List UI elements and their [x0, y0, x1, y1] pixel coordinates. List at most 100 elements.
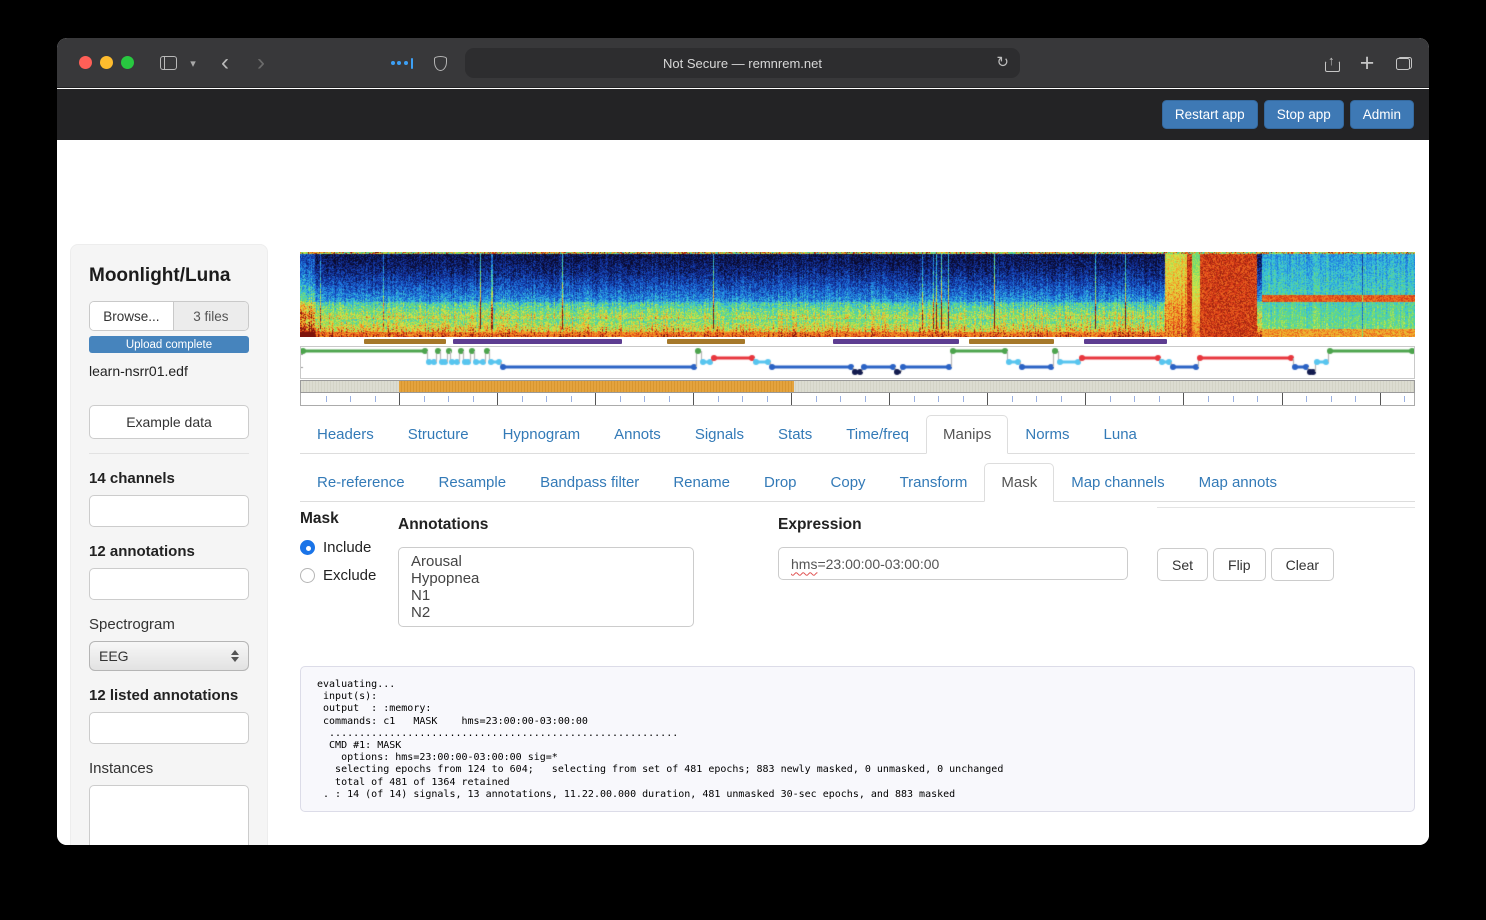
reload-icon[interactable]: ↻ — [996, 53, 1009, 71]
ruler-minor-tick — [668, 396, 670, 402]
channels-count-label: 14 channels — [89, 470, 175, 487]
ruler-minor-tick — [962, 396, 964, 402]
console-line: commands: c1 MASK hms=23:00:00-03:00:00 — [317, 715, 588, 727]
console-line: evaluating... — [317, 679, 396, 690]
ruler-minor-tick — [1208, 396, 1209, 402]
subtab-re-reference[interactable]: Re-reference — [300, 463, 422, 502]
ruler-major-tick — [889, 393, 891, 405]
ruler-minor-tick — [644, 396, 646, 402]
subtab-copy[interactable]: Copy — [814, 463, 883, 502]
annotations-heading: Annotations — [398, 516, 489, 533]
clear-button[interactable]: Clear — [1270, 548, 1335, 581]
mask-band-track[interactable] — [300, 380, 1415, 393]
traffic-lights — [79, 56, 134, 69]
ruler-minor-tick — [423, 396, 425, 402]
channels-input[interactable] — [89, 495, 249, 527]
listed-annotations-label: 12 listed annotations — [89, 687, 239, 704]
sidebar-icon — [159, 56, 177, 70]
instances-listbox[interactable] — [89, 785, 249, 845]
annotations-listbox[interactable]: Arousal Hypopnea N1 N2 — [398, 547, 694, 627]
include-radio[interactable] — [300, 540, 315, 555]
restart-app-button[interactable]: Restart app — [1161, 100, 1258, 129]
select-stepper-icon — [231, 650, 239, 662]
expression-input[interactable]: hms=23:00:00-03:00:00 — [778, 547, 1128, 580]
stop-app-button[interactable]: Stop app — [1263, 100, 1344, 129]
subtab-mask[interactable]: Mask — [984, 463, 1055, 502]
ruler-minor-tick — [521, 396, 523, 402]
time-ruler[interactable] — [300, 393, 1415, 406]
annotation-option[interactable]: N2 — [399, 604, 693, 621]
ruler-minor-tick — [815, 396, 817, 402]
tab-structure[interactable]: Structure — [391, 415, 486, 454]
subtab-transform[interactable]: Transform — [883, 463, 985, 502]
console-line: ........................................… — [317, 727, 679, 739]
new-tab-button[interactable]: + — [1354, 38, 1380, 88]
page-content: Moonlight/Luna Browse... 3 files Upload … — [57, 140, 1429, 845]
ruler-major-tick — [987, 393, 989, 405]
ruler-minor-tick — [619, 396, 621, 402]
address-bar-text: Not Secure — remnrem.net — [663, 55, 822, 71]
close-window-button[interactable] — [79, 56, 92, 69]
tab-headers[interactable]: Headers — [300, 415, 391, 454]
spectrogram-channel-value: EEG — [99, 648, 129, 664]
tab-overview-button[interactable] — [1391, 38, 1417, 88]
tab-manips[interactable]: Manips — [926, 415, 1009, 454]
sidebar-toggle-button[interactable] — [155, 38, 181, 88]
spectrogram-canvas — [300, 252, 1415, 337]
share-button[interactable]: ↑ — [1319, 38, 1345, 88]
ruler-minor-tick — [1036, 396, 1038, 402]
set-button[interactable]: Set — [1157, 548, 1209, 581]
address-bar[interactable]: Not Secure — remnrem.net ↻ — [465, 48, 1020, 78]
subtab-drop[interactable]: Drop — [747, 463, 814, 502]
files-count-label: 3 files — [173, 302, 248, 330]
mask-action-buttons: Set Flip Clear — [1157, 548, 1415, 581]
minimize-window-button[interactable] — [100, 56, 113, 69]
console-line: CMD #1: MASK — [317, 740, 402, 752]
tab-luna[interactable]: Luna — [1087, 415, 1154, 454]
ruler-major-tick — [595, 393, 597, 405]
subtab-bandpass-filter[interactable]: Bandpass filter — [523, 463, 656, 502]
ruler-minor-tick — [374, 396, 376, 402]
tab-time-freq[interactable]: Time/freq — [829, 415, 926, 454]
console-line: . : 14 (of 14) signals, 13 annotations, … — [317, 788, 956, 800]
tab-group-icon[interactable] — [387, 38, 417, 88]
subtab-resample[interactable]: Resample — [422, 463, 524, 502]
ruler-minor-tick — [1109, 396, 1111, 402]
subtab-map-channels[interactable]: Map channels — [1054, 463, 1181, 502]
chevron-down-icon[interactable]: ▾ — [185, 38, 201, 88]
annotation-bar — [363, 339, 447, 344]
admin-button[interactable]: Admin — [1349, 100, 1414, 129]
back-button[interactable]: ‹ — [212, 38, 238, 88]
zoom-window-button[interactable] — [121, 56, 134, 69]
example-data-button[interactable]: Example data — [89, 405, 249, 439]
subtab-rename[interactable]: Rename — [656, 463, 747, 502]
ruler-major-tick — [693, 393, 695, 405]
tab-annots[interactable]: Annots — [597, 415, 678, 454]
hypnogram-canvas — [301, 347, 1414, 378]
spectrogram-channel-select[interactable]: EEG — [89, 641, 249, 671]
mask-heading: Mask — [300, 510, 339, 527]
annotation-bar — [452, 339, 623, 344]
ruler-major-tick — [1281, 393, 1283, 405]
flip-button[interactable]: Flip — [1213, 548, 1266, 581]
annotation-option[interactable]: Arousal — [399, 553, 693, 570]
annotations-input[interactable] — [89, 568, 249, 600]
browser-toolbar: ▾ ‹ › Not Secure — remnrem.net ↻ ↑ + — [57, 38, 1429, 88]
ruler-minor-tick — [1158, 396, 1160, 402]
mask-selection-region — [398, 381, 795, 392]
tab-signals[interactable]: Signals — [678, 415, 761, 454]
expression-value-rest: =23:00:00-03:00:00 — [817, 555, 940, 572]
listed-annotations-input[interactable] — [89, 712, 249, 744]
browse-button[interactable]: Browse... — [90, 302, 174, 330]
privacy-shield-icon[interactable] — [427, 38, 453, 88]
subtab-map-annots[interactable]: Map annots — [1182, 463, 1294, 502]
annotation-option[interactable]: N1 — [399, 587, 693, 604]
forward-button[interactable]: › — [248, 38, 274, 88]
ruler-major-tick — [1183, 393, 1185, 405]
tab-hypnogram[interactable]: Hypnogram — [486, 415, 598, 454]
tab-stats[interactable]: Stats — [761, 415, 829, 454]
tab-norms[interactable]: Norms — [1008, 415, 1086, 454]
annotation-option[interactable]: Hypopnea — [399, 570, 693, 587]
ruler-major-tick — [1085, 393, 1087, 405]
exclude-radio[interactable] — [300, 568, 315, 583]
